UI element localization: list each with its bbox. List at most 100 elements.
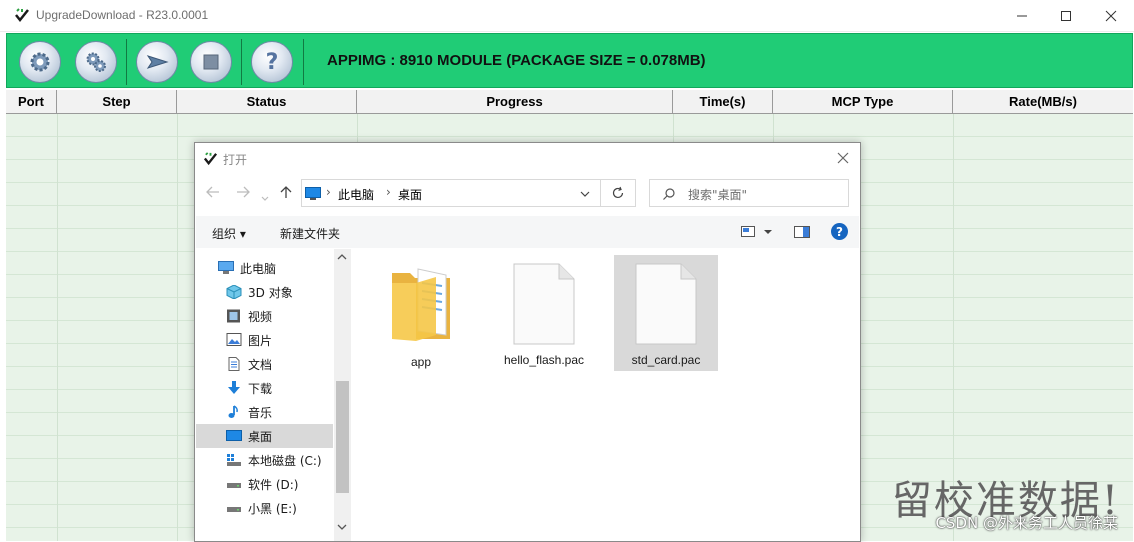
nav-label: 图片 [248,333,273,348]
multi-gear-icon [86,52,106,72]
drive-c-icon [227,454,241,466]
navigation-pane: 此电脑 3D 对象 视频 图片 文档 下载 音乐 桌面 本地磁盘 (C:) 软件… [196,249,351,541]
file-name: hello_flash.pac [503,353,585,367]
grid-column-line [57,113,58,541]
nav-label: 此电脑 [240,261,277,276]
maximize-button[interactable] [1043,0,1089,31]
file-item-std-card[interactable]: std_card.pac [614,255,718,371]
nav-label: 软件 (D:) [248,477,299,492]
column-header-status[interactable]: Status [177,90,357,113]
dialog-close-button[interactable] [834,149,852,167]
drive-icon [227,483,241,488]
help-button[interactable]: ? [251,41,293,83]
file-item-hello-flash[interactable]: hello_flash.pac [492,255,596,371]
nav-item-drive-e[interactable]: 小黑 (E:) [196,496,333,520]
search-icon [663,188,675,200]
toolbar-separator [303,39,304,85]
toolbar-separator [241,39,242,85]
nav-item-drive-d[interactable]: 软件 (D:) [196,472,333,496]
title-bar: UpgradeDownload - R23.0.0001 [0,0,1134,32]
file-icon [513,263,575,345]
column-header-time[interactable]: Time(s) [673,90,773,113]
module-info-text: APPIMG : 8910 MODULE (PACKAGE SIZE = 0.0… [327,52,706,69]
back-arrow-icon [206,186,219,198]
back-button[interactable] [205,184,221,203]
forward-button[interactable] [235,184,251,203]
breadcrumb-separator: › [386,185,391,199]
preview-pane-icon[interactable] [794,226,810,238]
refresh-icon [612,186,624,199]
help-icon: ? [836,224,843,239]
desktop-icon [305,187,321,200]
document-icon [228,357,240,371]
nav-item-downloads[interactable]: 下载 [196,376,333,400]
breadcrumb-separator: › [326,185,331,199]
breadcrumb-this-pc[interactable]: 此电脑 [338,186,374,203]
download-icon [228,381,240,394]
nav-label: 文档 [248,357,273,372]
address-bar[interactable]: › 此电脑 › 桌面 [301,179,601,207]
dialog-help-button[interactable]: ? [831,223,848,240]
open-file-dialog: 打开 › 此电脑 › 桌面 搜索"桌面" 组织 ▾ 新建文件夹 ? 此电脑 3D… [194,142,861,542]
breadcrumb-desktop[interactable]: 桌面 [398,186,422,203]
file-item-folder[interactable]: app [369,255,473,371]
refresh-button[interactable] [601,179,636,207]
nav-item-music[interactable]: 音乐 [196,400,333,424]
chevron-down-icon [261,196,269,201]
app-logo-icon [203,152,218,166]
video-icon [227,309,240,323]
maximize-icon [1061,10,1071,21]
scrollbar-thumb[interactable] [336,381,349,493]
file-name: app [410,355,432,369]
app-logo-icon [15,8,29,23]
search-placeholder: 搜索"桌面" [688,188,748,202]
nav-label: 视频 [248,309,273,324]
recent-locations-button[interactable] [261,187,269,206]
chevron-down-icon[interactable] [580,191,590,198]
command-bar: 组织 ▾ 新建文件夹 ? [196,216,859,248]
nav-item-3d-objects[interactable]: 3D 对象 [196,280,333,304]
organize-button[interactable]: 组织 ▾ [212,225,246,242]
dialog-title: 打开 [223,153,248,167]
nav-item-drive-c[interactable]: 本地磁盘 (C:) [196,448,333,472]
stop-button[interactable] [190,41,232,83]
minimize-button[interactable] [999,0,1045,31]
column-header-progress[interactable]: Progress [357,90,673,113]
settings-gear-icon [30,52,50,72]
nav-label: 本地磁盘 (C:) [248,453,322,468]
picture-icon [226,333,242,346]
music-icon [228,405,238,418]
multi-settings-button[interactable] [75,41,117,83]
column-header-step[interactable]: Step [57,90,177,113]
search-input[interactable]: 搜索"桌面" [649,179,849,207]
close-button[interactable] [1088,0,1134,31]
nav-item-this-pc[interactable]: 此电脑 [196,256,333,280]
nav-item-documents[interactable]: 文档 [196,352,333,376]
desktop-icon [226,430,242,441]
column-header-rate[interactable]: Rate(MB/s) [953,90,1133,113]
computer-icon [218,261,234,274]
nav-item-videos[interactable]: 视频 [196,304,333,328]
view-options-icon[interactable] [741,226,757,238]
nav-item-desktop[interactable]: 桌面 [196,424,333,448]
nav-item-pictures[interactable]: 图片 [196,328,333,352]
chevron-down-icon[interactable] [764,230,772,235]
forward-arrow-icon [237,186,250,198]
start-button[interactable] [136,41,178,83]
file-name: std_card.pac [631,353,701,367]
settings-button[interactable] [19,41,61,83]
column-header-port[interactable]: Port [6,90,57,113]
close-icon [1105,10,1117,21]
new-folder-button[interactable]: 新建文件夹 [280,225,340,242]
up-button[interactable] [279,184,293,203]
scroll-down-icon[interactable] [336,523,348,531]
cube-3d-icon [226,285,242,299]
scroll-up-icon[interactable] [336,253,348,261]
close-icon [837,152,849,164]
main-toolbar: ? APPIMG : 8910 MODULE (PACKAGE SIZE = 0… [6,33,1133,88]
toolbar-separator [126,39,127,85]
column-header-mcp-type[interactable]: MCP Type [773,90,953,113]
nav-label: 下载 [248,381,273,396]
stop-square-icon [203,54,219,70]
nav-label: 小黑 (E:) [248,501,297,516]
